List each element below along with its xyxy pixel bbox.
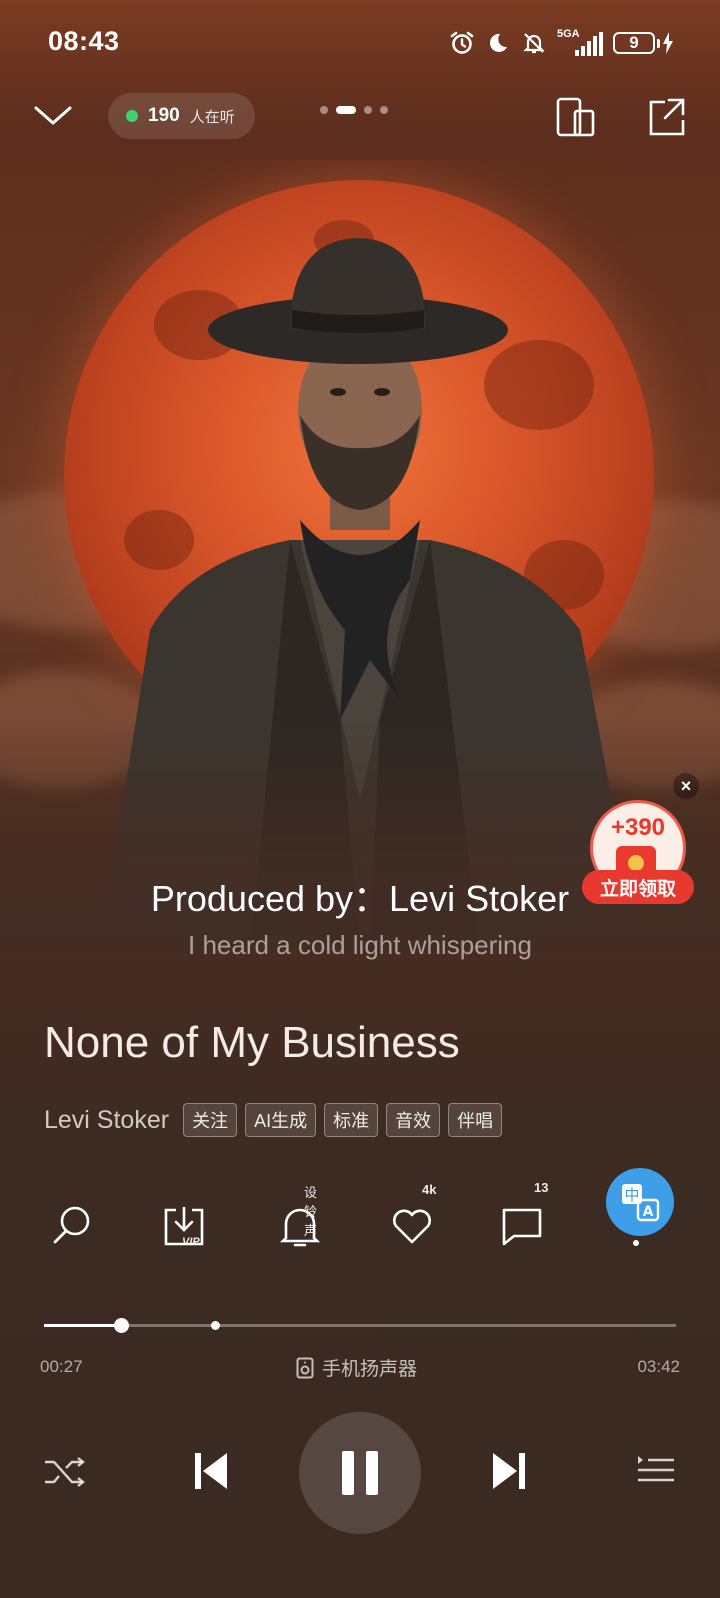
- share-icon: [649, 98, 685, 136]
- charging-bolt-icon: [663, 32, 673, 54]
- time-total: 03:42: [637, 1357, 680, 1376]
- share-button[interactable]: [645, 96, 687, 140]
- device-switch-button[interactable]: [555, 96, 597, 140]
- ai-generated-tag[interactable]: AI生成: [245, 1103, 317, 1137]
- battery-icon: 9: [613, 32, 674, 54]
- status-clock: 08:43: [48, 26, 120, 56]
- device-switch-icon: [556, 97, 595, 137]
- listener-count: 190: [148, 105, 180, 126]
- output-device-label: 手机扬声器: [322, 1359, 418, 1380]
- lyric-next-line[interactable]: I heard a cold light whispering: [0, 930, 720, 961]
- heart-icon: [393, 1209, 431, 1244]
- listeners-pill[interactable]: 190 人在听: [108, 93, 255, 139]
- translate-latin-glyph: A: [643, 1204, 654, 1220]
- do-not-disturb-moon-icon: [485, 30, 511, 56]
- page-indicator[interactable]: [320, 106, 388, 114]
- coin-icon: [628, 855, 644, 871]
- listener-label: 人在听: [189, 108, 235, 126]
- download-button[interactable]: VIP: [160, 1202, 208, 1250]
- translate-chinese-glyph: 中: [624, 1186, 639, 1204]
- status-bar: 08:43 5GA 9: [0, 0, 720, 88]
- page-dot[interactable]: [364, 106, 372, 114]
- song-meta-row: Levi Stoker 关注 AI生成 标准 音效 伴唱: [44, 1103, 503, 1137]
- signal-icon: 5GA: [557, 28, 603, 56]
- highlight-marker: [210, 1321, 220, 1330]
- battery-level: 9: [613, 32, 655, 54]
- pause-icon: [342, 1451, 378, 1495]
- page-dot[interactable]: [320, 106, 328, 114]
- quality-tag[interactable]: 标准: [324, 1103, 379, 1137]
- comment-icon: [502, 1208, 542, 1246]
- progress-fill: [44, 1324, 122, 1327]
- like-button[interactable]: 4k: [388, 1182, 436, 1250]
- time-elapsed: 00:27: [40, 1357, 83, 1376]
- comment-count: 13: [534, 1180, 549, 1195]
- comment-button[interactable]: 13: [498, 1180, 548, 1250]
- shuffle-icon: [45, 1457, 85, 1487]
- red-packet-promo[interactable]: +390 立即领取: [582, 800, 694, 910]
- speaker-icon: [296, 1357, 314, 1378]
- progress-bar[interactable]: [44, 1318, 676, 1333]
- like-count: 4k: [422, 1182, 437, 1197]
- follow-tag[interactable]: 关注: [183, 1103, 238, 1137]
- vip-badge: VIP: [182, 1236, 200, 1248]
- status-icons: 5GA 9: [449, 26, 674, 60]
- red-packet-amount: +390: [610, 814, 666, 841]
- alarm-icon: [449, 30, 475, 56]
- next-button[interactable]: [484, 1446, 534, 1496]
- song-title: None of My Business: [44, 1018, 460, 1067]
- search-icon: [53, 1206, 90, 1244]
- progress-thumb[interactable]: [114, 1318, 130, 1333]
- sound-effect-tag[interactable]: 音效: [386, 1103, 441, 1137]
- translate-icon: 中 A: [622, 1184, 660, 1222]
- skip-previous-icon: [195, 1453, 227, 1489]
- bell-muted-icon: [521, 30, 547, 56]
- shuffle-button[interactable]: [40, 1448, 88, 1496]
- set-ringtone-button[interactable]: 设铃声: [276, 1185, 324, 1250]
- search-lyrics-button[interactable]: [48, 1202, 96, 1250]
- collapse-player-button[interactable]: [30, 96, 76, 136]
- page-dot[interactable]: [380, 106, 388, 114]
- artist-name[interactable]: Levi Stoker: [44, 1106, 169, 1135]
- chevron-down-icon: [34, 106, 72, 125]
- playlist-button[interactable]: [634, 1450, 678, 1490]
- skip-next-icon: [493, 1453, 525, 1489]
- previous-button[interactable]: [186, 1446, 236, 1496]
- online-dot: [126, 110, 138, 122]
- playlist-icon: [638, 1456, 674, 1482]
- ringtone-label: 设铃声: [304, 1185, 318, 1238]
- red-packet-close-button[interactable]: ×: [673, 773, 699, 799]
- more-indicator-dot: [633, 1240, 639, 1246]
- page-dot-active[interactable]: [336, 106, 356, 114]
- backing-vocal-tag[interactable]: 伴唱: [448, 1103, 503, 1137]
- red-packet-claim-label: 立即领取: [582, 870, 694, 904]
- pause-button[interactable]: [299, 1412, 421, 1534]
- output-device-button[interactable]: 手机扬声器: [296, 1354, 417, 1381]
- network-type-label: 5GA: [557, 28, 580, 40]
- translate-button[interactable]: 中 A: [606, 1168, 674, 1236]
